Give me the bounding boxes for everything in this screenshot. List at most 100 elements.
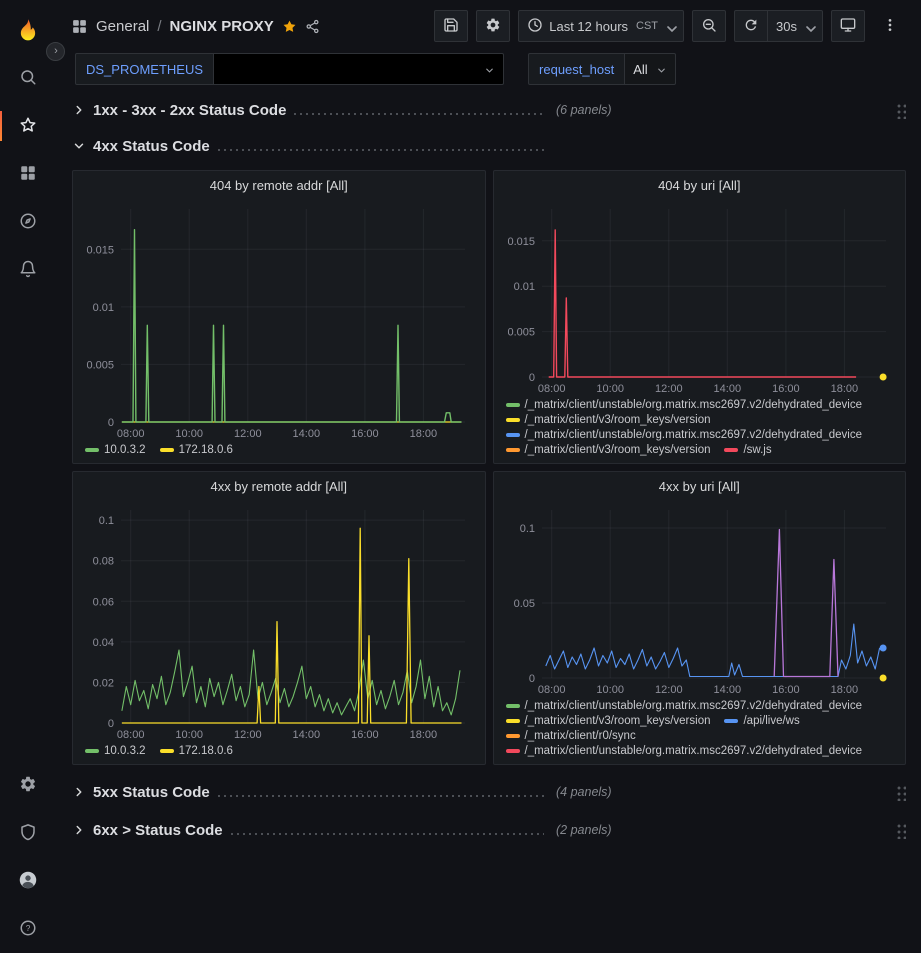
- legend-item[interactable]: 172.18.0.6: [160, 745, 233, 757]
- save-dashboard-button[interactable]: [434, 10, 468, 42]
- row-title: 5xx Status Code: [93, 784, 210, 801]
- svg-text:08:00: 08:00: [117, 729, 145, 741]
- svg-text:0.005: 0.005: [507, 327, 535, 339]
- legend-item[interactable]: 10.0.3.2: [85, 745, 146, 757]
- legend-item[interactable]: /_matrix/client/r0/sync: [506, 730, 636, 742]
- tv-mode-button[interactable]: [831, 10, 865, 42]
- dashboard-row-1xx-3xx-2xx[interactable]: 1xx - 3xx - 2xx Status Code (6 panels): [72, 96, 906, 124]
- legend-series-label: /_matrix/client/v3/room_keys/version: [525, 444, 711, 456]
- svg-text:14:00: 14:00: [713, 684, 741, 696]
- favorite-star-icon[interactable]: [282, 19, 297, 34]
- legend-series-label: /_matrix/client/v3/room_keys/version: [525, 715, 711, 727]
- sidebar-item-search[interactable]: [0, 54, 55, 102]
- legend-item[interactable]: /_matrix/client/v3/room_keys/version: [506, 444, 711, 456]
- panel-404-by-remote-addr: 404 by remote addr [All] 08:0010:0012:00…: [72, 170, 486, 464]
- row-title-group: 4xx Status Code: [72, 138, 544, 155]
- panel-title[interactable]: 4xx by remote addr [All]: [73, 472, 485, 500]
- variable-value-ds-prometheus[interactable]: [214, 53, 504, 85]
- dashboard-settings-button[interactable]: [476, 10, 510, 42]
- legend-item[interactable]: /_matrix/client/v3/room_keys/version: [506, 414, 711, 426]
- row-title: 6xx > Status Code: [93, 822, 223, 839]
- breadcrumb-title[interactable]: NGINX PROXY: [170, 18, 274, 35]
- row-drag-handle[interactable]: [895, 822, 906, 839]
- nav-sidebar: ?: [0, 0, 55, 953]
- dashboard-row-6xx[interactable]: 6xx > Status Code (2 panels): [72, 816, 906, 844]
- time-range-picker[interactable]: Last 12 hours CST: [518, 10, 684, 42]
- legend-series-mark: [724, 719, 738, 723]
- legend-item[interactable]: 10.0.3.2: [85, 444, 146, 456]
- sidebar-expand-button[interactable]: ›: [46, 42, 65, 61]
- legend-series-label: 172.18.0.6: [179, 745, 233, 757]
- panel-title[interactable]: 404 by uri [All]: [494, 171, 906, 199]
- sidebar-item-configuration[interactable]: [0, 761, 55, 809]
- variable-value-request-host[interactable]: All: [625, 53, 675, 85]
- legend-series-label: /api/live/ws: [743, 715, 799, 727]
- refresh-interval-label: 30s: [776, 19, 797, 34]
- svg-text:0.015: 0.015: [86, 244, 114, 256]
- gear-icon: [19, 775, 37, 796]
- row-panel-count: (4 panels): [556, 785, 612, 799]
- dashboard-canvas: 1xx - 3xx - 2xx Status Code (6 panels) 4…: [55, 90, 921, 953]
- apps-grid-icon: [71, 18, 88, 35]
- sidebar-item-alerting[interactable]: [0, 246, 55, 294]
- legend-item[interactable]: /_matrix/client/unstable/org.matrix.msc2…: [506, 745, 863, 757]
- clock-icon: [527, 17, 543, 36]
- chart-legend: 10.0.3.2 172.18.0.6: [73, 442, 485, 463]
- row-title: 1xx - 3xx - 2xx Status Code: [93, 102, 286, 119]
- timeseries-chart-404-by-uri[interactable]: 08:0010:0012:0014:0016:0018:0000.0050.01…: [500, 199, 900, 397]
- timeseries-chart-4xx-by-remote-addr[interactable]: 08:0010:0012:0014:0016:0018:0000.020.040…: [79, 500, 479, 743]
- dashboard-row-5xx[interactable]: 5xx Status Code (4 panels): [72, 778, 906, 806]
- legend-item[interactable]: /api/live/ws: [724, 715, 799, 727]
- row-drag-handle[interactable]: [895, 102, 906, 119]
- svg-text:18:00: 18:00: [410, 428, 438, 440]
- zoom-out-button[interactable]: [692, 10, 726, 42]
- sidebar-item-help[interactable]: ?: [0, 905, 55, 953]
- dashboard-header: General / NGINX PROXY Last 12 hours CST: [55, 0, 921, 52]
- svg-text:14:00: 14:00: [713, 383, 741, 395]
- grafana-flame-icon: [15, 18, 41, 44]
- dashboard-variables-bar: DS_PROMETHEUS request_host All: [55, 52, 921, 90]
- panel-title[interactable]: 404 by remote addr [All]: [73, 171, 485, 199]
- chevron-right-icon: [72, 103, 86, 117]
- breadcrumb-separator: /: [157, 18, 161, 35]
- legend-item[interactable]: /sw.js: [724, 444, 771, 456]
- legend-item[interactable]: 172.18.0.6: [160, 444, 233, 456]
- svg-text:0.06: 0.06: [93, 596, 114, 608]
- chevron-down-icon: [664, 21, 675, 32]
- time-range-label: Last 12 hours: [549, 19, 628, 34]
- svg-text:12:00: 12:00: [234, 729, 262, 741]
- sidebar-item-server-admin[interactable]: [0, 809, 55, 857]
- panel-title[interactable]: 4xx by uri [All]: [494, 472, 906, 500]
- sidebar-item-dashboards[interactable]: [0, 150, 55, 198]
- timeseries-chart-4xx-by-uri[interactable]: 08:0010:0012:0014:0016:0018:0000.050.1: [500, 500, 900, 698]
- kebab-menu-button[interactable]: [873, 10, 907, 42]
- svg-text:18:00: 18:00: [830, 684, 858, 696]
- svg-text:16:00: 16:00: [351, 428, 379, 440]
- svg-text:0.015: 0.015: [507, 236, 535, 248]
- user-avatar[interactable]: [0, 857, 55, 905]
- star-icon: [19, 116, 37, 137]
- svg-text:0: 0: [528, 372, 534, 384]
- legend-series-mark: [506, 433, 520, 437]
- dotted-leader: [294, 113, 544, 115]
- dashboard-row-4xx[interactable]: 4xx Status Code: [72, 132, 906, 160]
- refresh-interval-picker[interactable]: 30s: [768, 10, 823, 42]
- sidebar-item-explore[interactable]: [0, 198, 55, 246]
- main-area: General / NGINX PROXY Last 12 hours CST: [55, 0, 921, 953]
- svg-text:12:00: 12:00: [655, 383, 683, 395]
- timeseries-chart-404-by-remote-addr[interactable]: 08:0010:0012:0014:0016:0018:0000.0050.01…: [79, 199, 479, 442]
- legend-item[interactable]: /_matrix/client/unstable/org.matrix.msc2…: [506, 429, 863, 441]
- row-drag-handle[interactable]: [895, 784, 906, 801]
- legend-series-mark: [160, 448, 174, 452]
- legend-item[interactable]: /_matrix/client/v3/room_keys/version: [506, 715, 711, 727]
- refresh-button-group: 30s: [734, 10, 823, 42]
- refresh-button[interactable]: [734, 10, 768, 42]
- legend-item[interactable]: /_matrix/client/unstable/org.matrix.msc2…: [506, 399, 863, 411]
- legend-item[interactable]: /_matrix/client/unstable/org.matrix.msc2…: [506, 700, 863, 712]
- chart-legend: 10.0.3.2 172.18.0.6: [73, 743, 485, 764]
- svg-text:14:00: 14:00: [293, 428, 321, 440]
- sidebar-item-starred[interactable]: [0, 102, 55, 150]
- panel-404-by-uri: 404 by uri [All] 08:0010:0012:0014:0016:…: [493, 170, 907, 464]
- breadcrumb-section[interactable]: General: [96, 18, 149, 35]
- share-icon[interactable]: [305, 19, 320, 34]
